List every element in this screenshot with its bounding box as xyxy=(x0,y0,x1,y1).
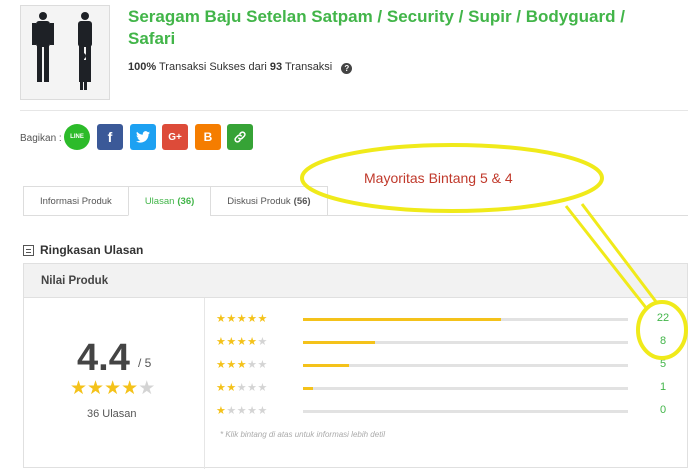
star-icon: ★ xyxy=(236,405,248,417)
average-stars: ★ ★ ★ ★ ★ xyxy=(70,379,155,398)
star-icon: ★ xyxy=(257,359,268,371)
rating-stars[interactable]: ★★★★★ xyxy=(216,335,268,348)
star-icon: ★ xyxy=(236,336,248,348)
link-icon xyxy=(234,131,246,143)
tab-informasi-produk[interactable]: Informasi Produk xyxy=(23,186,128,216)
star-icon: ★ xyxy=(236,382,248,394)
star-icon: ★ xyxy=(226,405,237,417)
rating-bar-track xyxy=(303,387,628,390)
tab-ulasan[interactable]: Ulasan (36) xyxy=(127,186,211,216)
tab-label: Diskusi Produk xyxy=(227,195,291,207)
star-icon: ★ xyxy=(87,378,105,399)
review-count: 36 Ulasan xyxy=(87,408,137,420)
facebook-share-button[interactable]: f xyxy=(97,124,123,150)
tab-diskusi-produk[interactable]: Diskusi Produk (56) xyxy=(210,186,328,216)
rating-bar-fill xyxy=(303,364,349,367)
star-icon: ★ xyxy=(247,405,258,417)
star-icon: ★ xyxy=(247,359,258,371)
product-title[interactable]: Seragam Baju Setelan Satpam / Security /… xyxy=(128,6,648,50)
google-plus-share-button[interactable]: G+ xyxy=(162,124,188,150)
rating-count[interactable]: 22 xyxy=(653,312,673,324)
average-score: 4.4 xyxy=(77,337,130,379)
score-max: / 5 xyxy=(138,356,152,370)
blogger-share-button[interactable]: B xyxy=(195,124,221,150)
panel-title: Nilai Produk xyxy=(24,264,687,298)
twitter-bird-icon xyxy=(136,131,150,143)
transaction-summary: 100% Transaksi Sukses dari 93 Transaksi … xyxy=(128,61,353,74)
star-click-note: * Klik bintang di atas untuk informasi l… xyxy=(220,430,385,439)
star-icon: ★ xyxy=(247,313,258,325)
rating-bar-track xyxy=(303,318,628,321)
product-tabs: Informasi Produk Ulasan (36) Diskusi Pro… xyxy=(23,186,328,216)
transaction-count: 93 xyxy=(269,61,283,73)
tab-label: Informasi Produk xyxy=(40,195,112,207)
product-thumbnail[interactable] xyxy=(20,5,110,100)
star-icon: ★ xyxy=(257,405,268,417)
star-icon: ★ xyxy=(236,313,248,325)
question-circle-icon[interactable]: ? xyxy=(341,63,353,74)
facebook-icon: f xyxy=(107,129,113,145)
star-icon: ★ xyxy=(226,313,237,325)
tab-count: (56) xyxy=(293,195,311,207)
star-icon: ★ xyxy=(226,359,237,371)
rating-stars[interactable]: ★★★★★ xyxy=(216,381,268,394)
rating-count[interactable]: 0 xyxy=(653,404,673,416)
panel-divider xyxy=(204,298,205,469)
success-percent: 100% xyxy=(128,61,157,73)
tab-count: (36) xyxy=(177,195,195,207)
line-share-button[interactable]: LINE xyxy=(64,124,90,150)
star-icon: ★ xyxy=(247,382,258,394)
rating-bar-fill xyxy=(303,318,502,321)
rating-panel: Nilai Produk 4.4 / 5 ★ ★ ★ ★ ★ 36 Ulasan ★★★… xyxy=(23,263,688,469)
rating-bar-fill xyxy=(303,387,313,390)
rating-bar-fill xyxy=(303,341,375,344)
rating-stars[interactable]: ★★★★★ xyxy=(216,312,268,325)
star-icon: ★ xyxy=(104,378,122,399)
star-icon: ★ xyxy=(247,336,258,348)
blogger-icon: B xyxy=(203,130,213,144)
review-summary-title: Ringkasan Ulasan xyxy=(40,243,144,257)
star-icon: ★ xyxy=(216,359,227,371)
divider xyxy=(20,110,688,111)
star-icon: ★ xyxy=(226,382,237,394)
star-icon: ★ xyxy=(138,378,156,399)
star-icon: ★ xyxy=(121,378,139,399)
star-icon: ★ xyxy=(257,382,268,394)
star-icon: ★ xyxy=(257,336,268,348)
star-icon: ★ xyxy=(216,382,227,394)
star-icon: ★ xyxy=(216,313,227,325)
rating-bar-track xyxy=(303,364,628,367)
star-icon: ★ xyxy=(216,405,227,417)
twitter-share-button[interactable] xyxy=(130,124,156,150)
star-icon: ★ xyxy=(257,313,268,325)
copy-link-button[interactable] xyxy=(227,124,253,150)
star-icon: ★ xyxy=(216,336,227,348)
star-icon: ★ xyxy=(226,336,237,348)
transaction-word: Transaksi xyxy=(284,61,333,73)
rating-stars[interactable]: ★★★★★ xyxy=(216,358,268,371)
rating-stars[interactable]: ★★★★★ xyxy=(216,404,268,417)
rating-count[interactable]: 5 xyxy=(653,358,673,370)
rating-count[interactable]: 1 xyxy=(653,381,673,393)
star-icon: ★ xyxy=(236,359,248,371)
line-icon: LINE xyxy=(70,134,84,140)
google-plus-icon: G+ xyxy=(168,131,182,143)
success-text: Transaksi Sukses dari xyxy=(159,61,267,73)
share-label: Bagikan : xyxy=(20,133,62,144)
review-summary-heading: Ringkasan Ulasan xyxy=(23,243,143,257)
annotation-text: Mayoritas Bintang 5 & 4 xyxy=(364,170,513,186)
rating-bar-track xyxy=(303,410,628,413)
edit-icon xyxy=(23,244,34,256)
rating-bar-track xyxy=(303,341,628,344)
rating-count[interactable]: 8 xyxy=(653,335,673,347)
star-icon: ★ xyxy=(70,378,88,399)
tab-label: Ulasan xyxy=(144,195,175,207)
